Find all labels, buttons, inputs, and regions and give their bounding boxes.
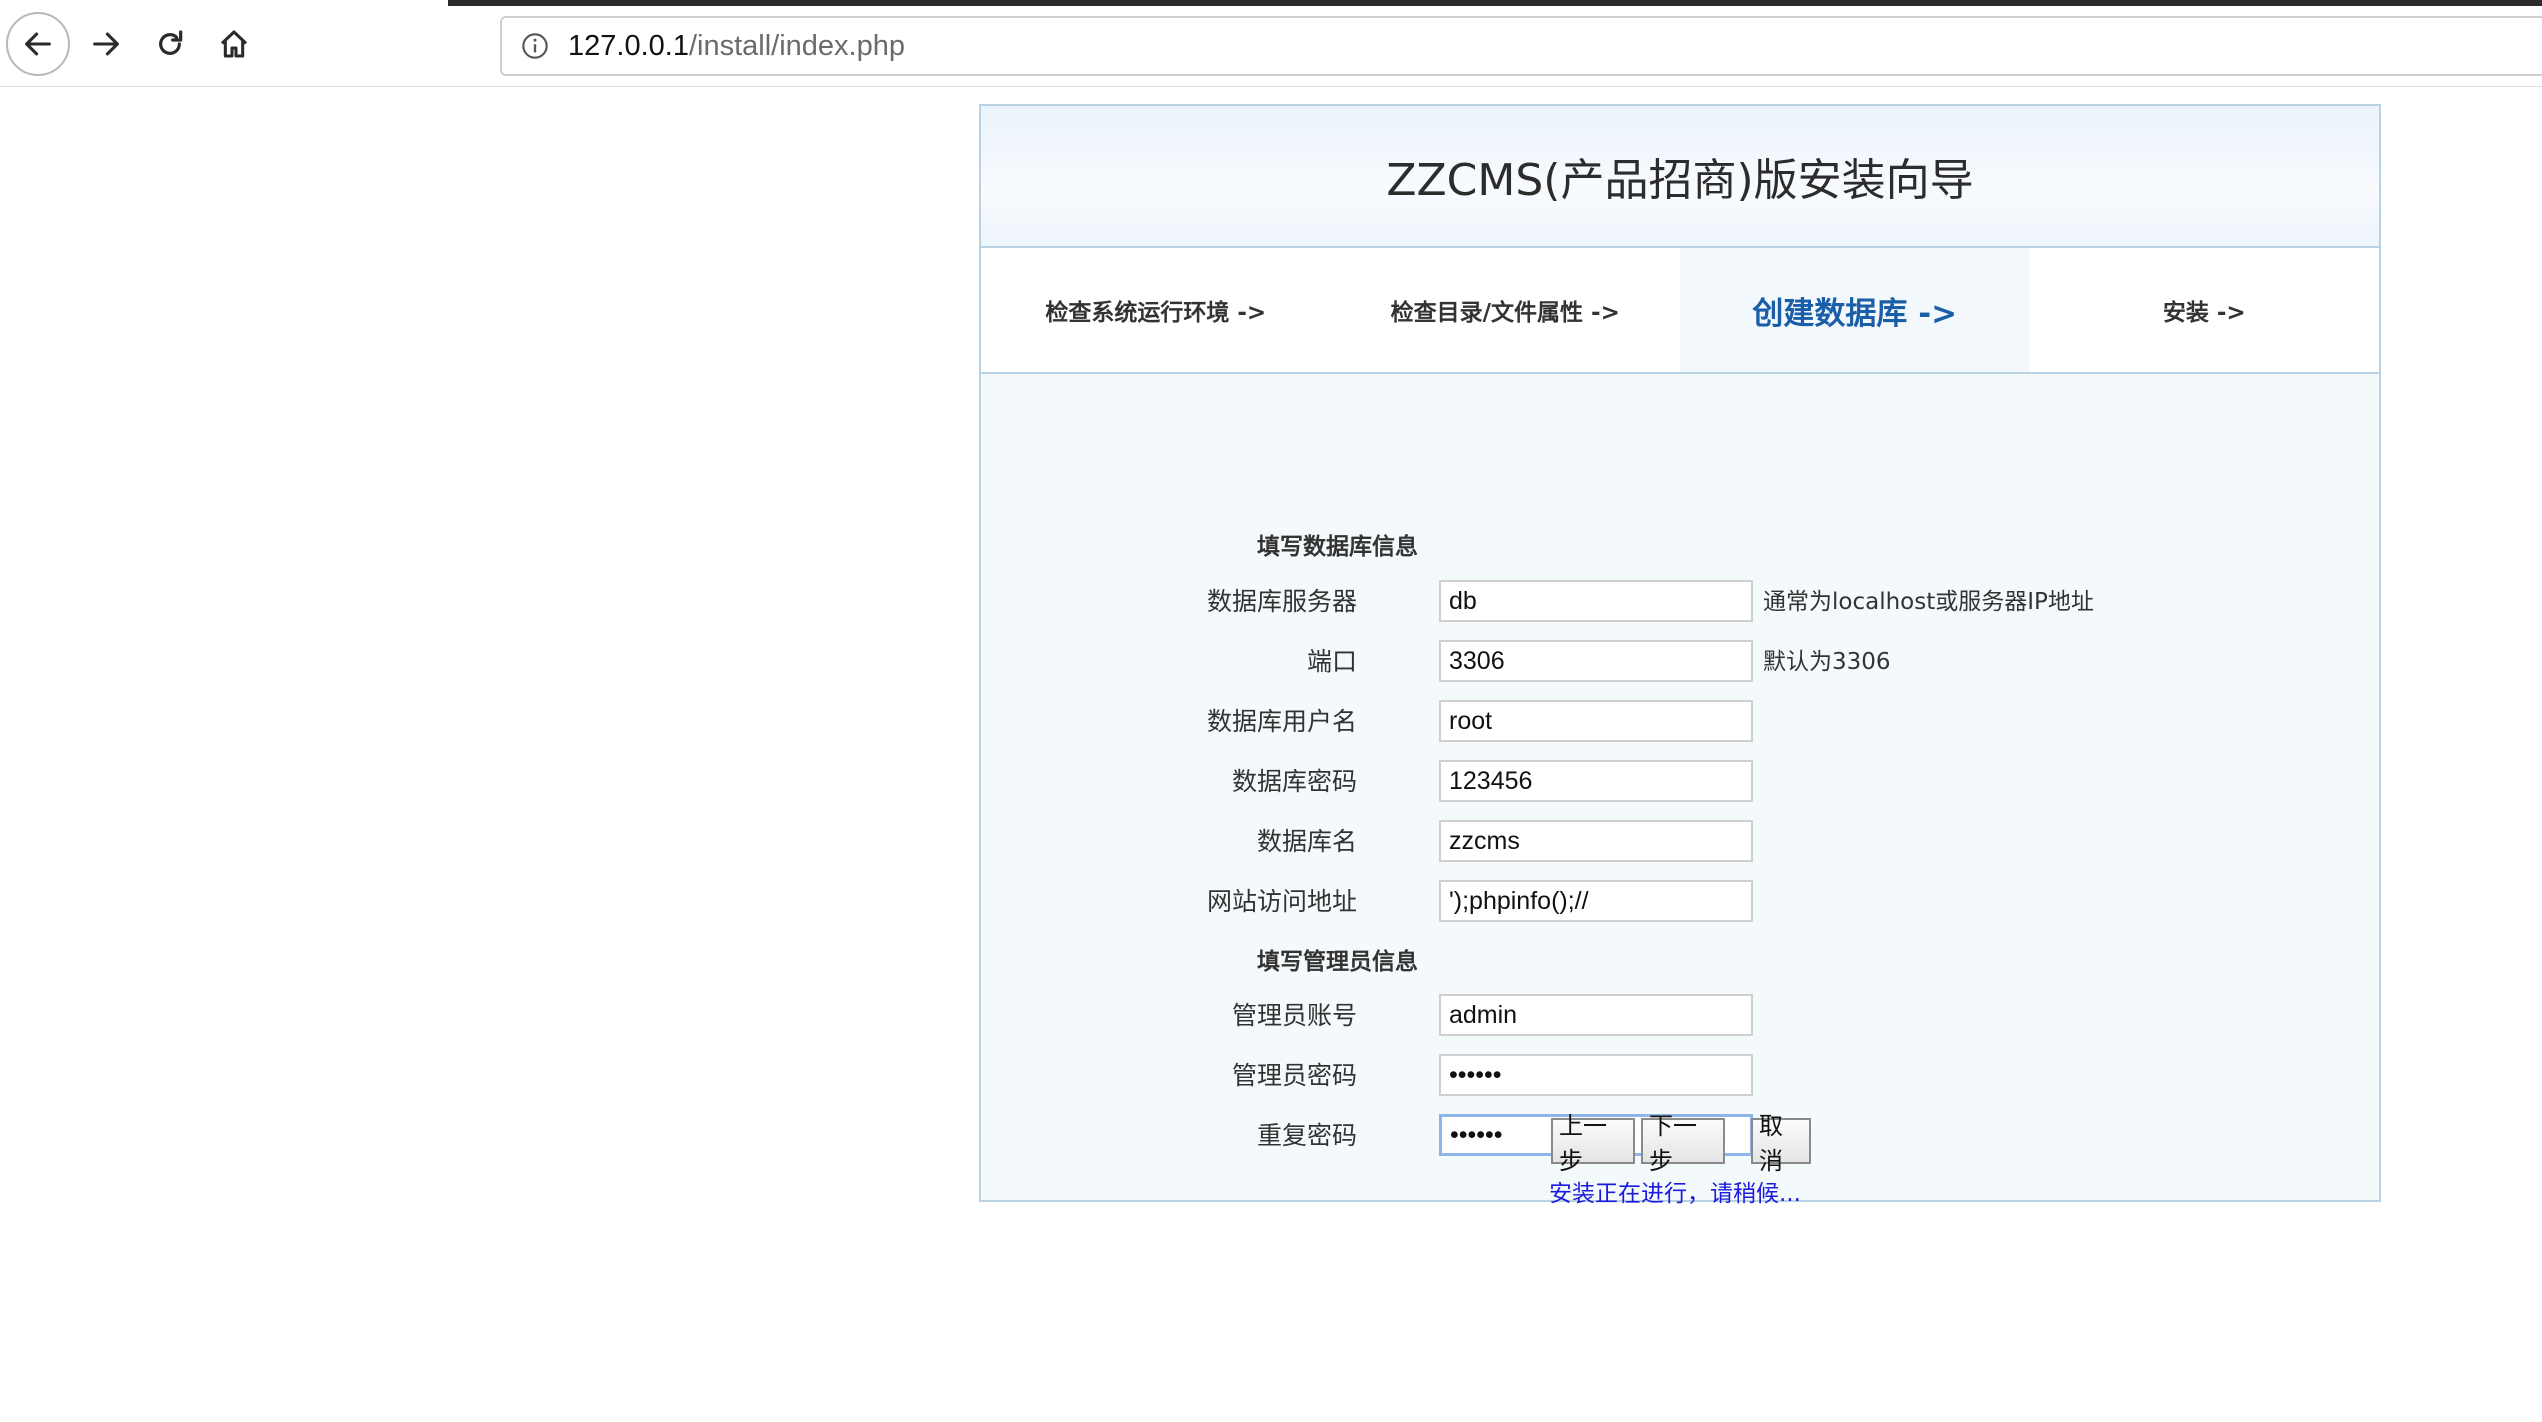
admin-password-label: 管理员密码 bbox=[1231, 1061, 1357, 1090]
arrow-left-icon bbox=[25, 32, 51, 56]
db-name-input[interactable] bbox=[1439, 820, 1753, 862]
step-check-permissions: 检查目录/文件属性 -> bbox=[1390, 300, 1620, 326]
back-button[interactable] bbox=[6, 12, 70, 76]
wizard-steps: 检查系统运行环境 -> 检查目录/文件属性 -> 创建数据库 -> 安装 -> bbox=[981, 248, 2379, 374]
address-bar[interactable]: 127.0.0.1/install/index.php bbox=[500, 16, 2542, 76]
db-user-input[interactable] bbox=[1439, 700, 1753, 742]
install-form: 填写数据库信息 数据库服务器 通常为localhost或服务器IP地址 端口 默… bbox=[981, 374, 2379, 1207]
tab-strip bbox=[448, 0, 2542, 6]
browser-toolbar: 127.0.0.1/install/index.php bbox=[0, 0, 2542, 87]
install-progress-message: 安装正在进行，请稍候... bbox=[1549, 1181, 1801, 1207]
admin-section-title: 填写管理员信息 bbox=[1257, 949, 1418, 975]
site-url-input[interactable] bbox=[1439, 880, 1753, 922]
db-name-label: 数据库名 bbox=[1256, 827, 1357, 856]
db-host-hint: 通常为localhost或服务器IP地址 bbox=[1763, 589, 2094, 615]
db-name-row: 数据库名 bbox=[981, 820, 2379, 864]
prev-step-button[interactable]: 上一步 bbox=[1551, 1112, 1635, 1175]
site-url-label: 网站访问地址 bbox=[1206, 887, 1357, 916]
db-section-title: 填写数据库信息 bbox=[1257, 534, 1418, 560]
reload-icon bbox=[159, 30, 183, 55]
db-host-row: 数据库服务器 通常为localhost或服务器IP地址 bbox=[981, 580, 2379, 624]
db-port-label: 端口 bbox=[1306, 647, 1357, 676]
db-host-input[interactable] bbox=[1439, 580, 1753, 622]
admin-account-input[interactable] bbox=[1439, 994, 1753, 1036]
repeat-password-label: 重复密码 bbox=[1256, 1121, 1357, 1150]
url-host: 127.0.0.1 bbox=[568, 29, 689, 62]
admin-account-row: 管理员账号 bbox=[981, 994, 2379, 1038]
db-password-input[interactable] bbox=[1439, 760, 1753, 802]
url-text[interactable]: 127.0.0.1/install/index.php bbox=[568, 30, 905, 63]
info-icon[interactable] bbox=[520, 31, 550, 61]
forward-button[interactable] bbox=[74, 12, 138, 76]
install-wizard-panel: ZZCMS(产品招商)版安装向导 检查系统运行环境 -> 检查目录/文件属性 -… bbox=[979, 104, 2381, 1207]
home-icon bbox=[220, 30, 248, 58]
db-user-row: 数据库用户名 bbox=[981, 700, 2379, 744]
site-url-row: 网站访问地址 bbox=[981, 880, 2379, 924]
db-port-input[interactable] bbox=[1439, 640, 1753, 682]
admin-password-input[interactable] bbox=[1439, 1054, 1753, 1096]
wizard-header: ZZCMS(产品招商)版安装向导 bbox=[981, 106, 2379, 248]
home-button[interactable] bbox=[202, 12, 266, 76]
db-port-row: 端口 默认为3306 bbox=[981, 640, 2379, 684]
db-host-label: 数据库服务器 bbox=[1206, 587, 1357, 616]
db-password-label: 数据库密码 bbox=[1231, 767, 1357, 796]
cancel-button[interactable]: 取消 bbox=[1751, 1112, 1811, 1175]
step-install: 安装 -> bbox=[2162, 300, 2246, 326]
step-check-environment: 检查系统运行环境 -> bbox=[1045, 300, 1267, 326]
reload-button[interactable] bbox=[138, 12, 202, 76]
step-create-database: 创建数据库 -> bbox=[1680, 248, 2030, 372]
admin-account-label: 管理员账号 bbox=[1231, 1001, 1357, 1030]
arrow-right-icon bbox=[93, 32, 119, 56]
next-step-button[interactable]: 下一步 bbox=[1641, 1112, 1725, 1175]
db-port-hint: 默认为3306 bbox=[1763, 649, 1891, 675]
admin-password-row: 管理员密码 bbox=[981, 1054, 2379, 1098]
wizard-title: ZZCMS(产品招商)版安装向导 bbox=[1386, 155, 1974, 206]
db-user-label: 数据库用户名 bbox=[1206, 707, 1357, 736]
url-path: /install/index.php bbox=[688, 29, 905, 62]
db-password-row: 数据库密码 bbox=[981, 760, 2379, 804]
